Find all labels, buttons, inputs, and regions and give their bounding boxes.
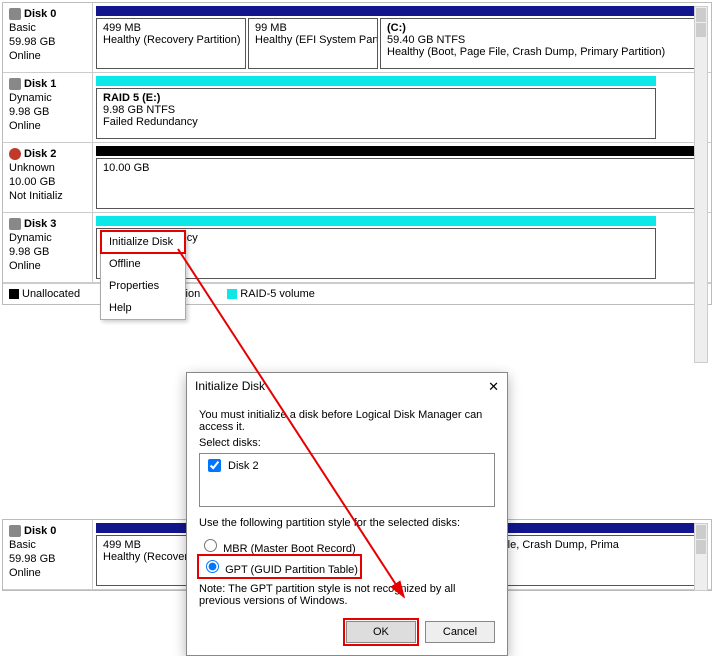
scroll-thumb[interactable] bbox=[696, 540, 706, 554]
partition-header-bar bbox=[96, 76, 656, 86]
radio-gpt[interactable]: GPT (GUID Partition Table) bbox=[199, 556, 360, 577]
vertical-scrollbar[interactable] bbox=[694, 6, 708, 363]
disk-label: Disk 2 Unknown 10.00 GB Not Initializ bbox=[3, 143, 93, 212]
disk-label: Disk 3 Dynamic 9.98 GB Online bbox=[3, 213, 93, 282]
cancel-button[interactable]: Cancel bbox=[425, 621, 495, 643]
disk-icon bbox=[9, 525, 21, 537]
disk-checkbox-item[interactable]: Disk 2 bbox=[204, 456, 490, 475]
partition[interactable]: (C:) 59.40 GB NTFS Healthy (Boot, Page F… bbox=[380, 18, 708, 69]
menu-item-properties[interactable]: Properties bbox=[101, 275, 185, 297]
scroll-up-arrow-icon[interactable] bbox=[696, 525, 706, 539]
ok-button[interactable]: OK bbox=[346, 621, 416, 643]
disks-listbox[interactable]: Disk 2 bbox=[199, 453, 495, 507]
dialog-title: Initialize Disk bbox=[195, 379, 265, 395]
disk-row[interactable]: Disk 0 Basic 59.98 GB Online 499 MB Heal… bbox=[3, 3, 711, 73]
disk2-checkbox[interactable] bbox=[208, 459, 221, 472]
scroll-thumb[interactable] bbox=[696, 23, 706, 37]
radio-mbr[interactable]: MBR (Master Boot Record) bbox=[199, 535, 495, 556]
partition[interactable]: RAID 5 (E:) 9.98 GB NTFS Failed Redundan… bbox=[96, 88, 656, 139]
menu-item-help[interactable]: Help bbox=[101, 297, 185, 319]
disk-icon bbox=[9, 8, 21, 20]
partition[interactable]: 10.00 GB bbox=[96, 158, 708, 209]
initialize-disk-dialog: Initialize Disk ✕ You must initialize a … bbox=[186, 372, 508, 656]
close-icon[interactable]: ✕ bbox=[488, 379, 499, 395]
dialog-note: Note: The GPT partition style is not rec… bbox=[199, 583, 495, 607]
partition-header-bar bbox=[96, 216, 656, 226]
select-disks-label: Select disks: bbox=[199, 437, 495, 449]
vertical-scrollbar[interactable] bbox=[694, 523, 708, 591]
disk-row[interactable]: Disk 2 Unknown 10.00 GB Not Initializ 10… bbox=[3, 143, 711, 213]
menu-item-initialize-disk[interactable]: Initialize Disk bbox=[101, 231, 185, 253]
disk-label: Disk 0 Basic 59.98 GB Online bbox=[3, 520, 93, 589]
partition-style-label: Use the following partition style for th… bbox=[199, 517, 495, 529]
disk-icon bbox=[9, 218, 21, 230]
error-icon bbox=[9, 148, 21, 160]
partition[interactable]: 99 MB Healthy (EFI System Partit bbox=[248, 18, 378, 69]
partition-header-bar bbox=[96, 146, 708, 156]
partition-header-bar bbox=[96, 6, 708, 16]
partition[interactable]: 499 MB Healthy (Recovery Partition) bbox=[96, 18, 246, 69]
context-menu: Initialize Disk Offline Properties Help bbox=[100, 230, 186, 320]
warning-icon bbox=[9, 78, 21, 90]
disk-label: Disk 1 Dynamic 9.98 GB Online bbox=[3, 73, 93, 142]
menu-item-offline[interactable]: Offline bbox=[101, 253, 185, 275]
dialog-intro-text: You must initialize a disk before Logica… bbox=[199, 409, 495, 433]
scroll-up-arrow-icon[interactable] bbox=[696, 8, 706, 22]
disk-label: Disk 0 Basic 59.98 GB Online bbox=[3, 3, 93, 72]
disk-row[interactable]: Disk 1 Dynamic 9.98 GB Online RAID 5 (E:… bbox=[3, 73, 711, 143]
